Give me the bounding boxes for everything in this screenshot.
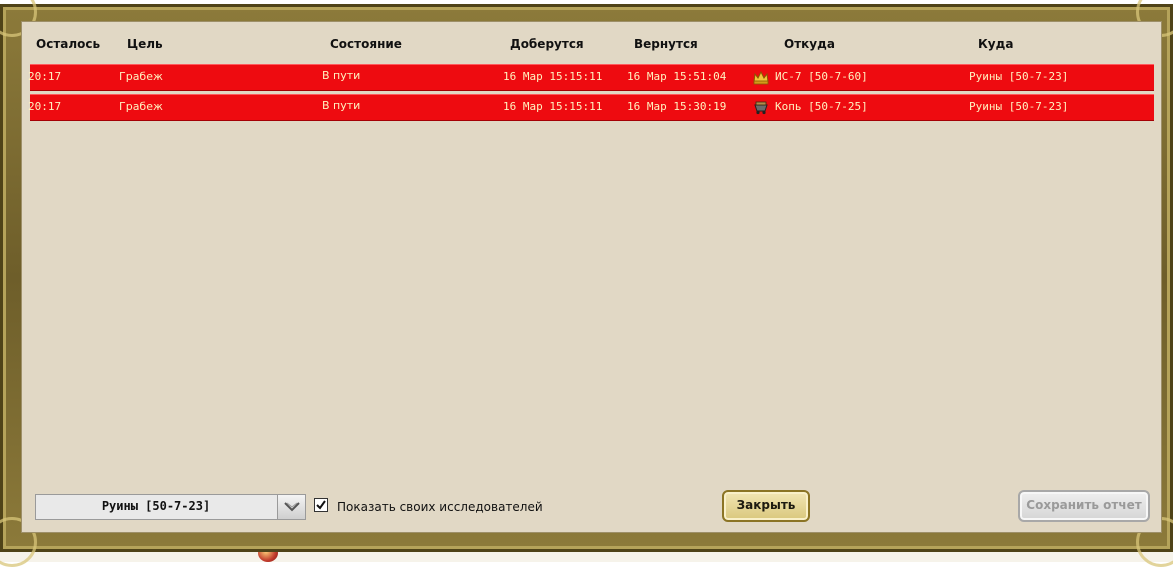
table-header: Осталось Цель Состояние Доберутся Вернут… [22, 22, 1161, 60]
show-explorers-label[interactable]: Показать своих исследователей [337, 500, 543, 514]
cell-arrive: 16 Мар 15:15:11 [503, 100, 603, 113]
cell-arrive: 16 Мар 15:15:11 [503, 70, 603, 83]
header-status: Состояние [330, 37, 402, 51]
report-dialog: Осталось Цель Состояние Доберутся Вернут… [0, 0, 1173, 567]
table-row[interactable]: 20:17 Грабеж В пути 16 Мар 15:15:11 16 М… [28, 64, 1154, 91]
cell-from[interactable]: ИС-7 [50-7-60] [775, 70, 868, 83]
cell-remaining: 20:17 [28, 100, 62, 113]
select-dropdown-button[interactable] [277, 495, 305, 519]
chevron-down-icon [284, 502, 300, 512]
cell-target: Грабеж [119, 70, 163, 83]
cell-status: В пути [322, 69, 361, 82]
cell-target: Грабеж [119, 100, 163, 113]
header-target: Цель [127, 37, 163, 51]
cell-return: 16 Мар 15:30:19 [627, 100, 727, 113]
checkmark-icon [316, 500, 326, 510]
cell-from[interactable]: Копь [50-7-25] [775, 100, 868, 113]
header-return: Вернутся [634, 37, 698, 51]
cell-to[interactable]: Руины [50-7-23] [969, 100, 1068, 113]
location-select-value: Руины [50-7-23] [101, 499, 211, 513]
mine-cart-icon [753, 99, 769, 115]
cell-remaining: 20:17 [28, 70, 62, 83]
close-button[interactable]: Закрыть [722, 490, 810, 522]
header-arrive: Доберутся [510, 37, 584, 51]
show-explorers-checkbox[interactable] [314, 498, 328, 512]
header-remaining: Осталось [36, 37, 101, 51]
dialog-panel: Осталось Цель Состояние Доберутся Вернут… [21, 21, 1162, 533]
table-row[interactable]: 20:17 Грабеж В пути 16 Мар 15:15:11 16 М… [28, 94, 1154, 121]
header-from: Откуда [784, 37, 835, 51]
header-to: Куда [978, 37, 1014, 51]
cell-return: 16 Мар 15:51:04 [627, 70, 727, 83]
crown-icon [753, 69, 769, 85]
cell-to[interactable]: Руины [50-7-23] [969, 70, 1068, 83]
location-select[interactable]: Руины [50-7-23] [35, 494, 306, 520]
save-report-button[interactable]: Сохранить отчет [1018, 490, 1150, 522]
cell-status: В пути [322, 99, 361, 112]
